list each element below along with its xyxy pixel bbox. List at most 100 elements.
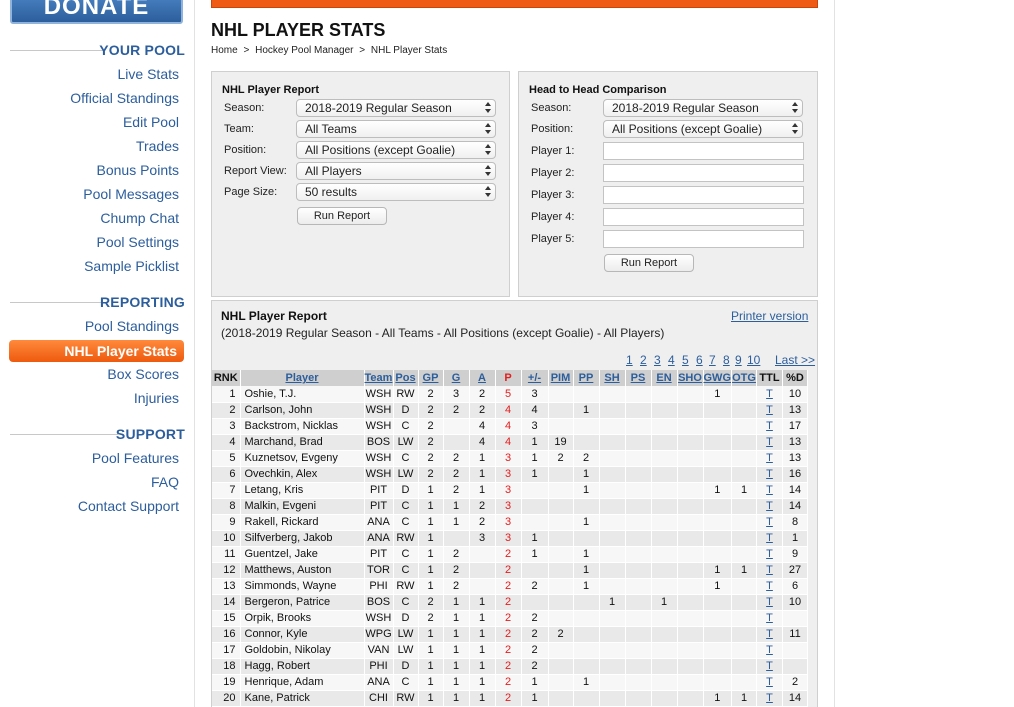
ttl-link[interactable]: T	[756, 514, 783, 531]
column-header-player[interactable]: Player	[240, 370, 365, 386]
cell-team: PHI	[364, 578, 394, 595]
sidebar-item-pool-settings[interactable]: Pool Settings	[97, 234, 180, 250]
cell-sh	[599, 642, 626, 659]
column-header-team[interactable]: Team	[364, 370, 394, 386]
ttl-link[interactable]: T	[756, 690, 783, 707]
ttl-link[interactable]: T	[756, 562, 783, 579]
cell-plus-minus: 3	[521, 418, 549, 435]
sidebar-item-trades[interactable]: Trades	[136, 138, 179, 154]
sidebar-item-injuries[interactable]: Injuries	[134, 390, 179, 406]
column-header-pim[interactable]: PIM	[548, 370, 574, 386]
pager-page-2-link[interactable]: 2	[640, 353, 647, 367]
run-report-button[interactable]: Run Report	[297, 207, 387, 225]
sidebar-item-pool-features[interactable]: Pool Features	[92, 450, 179, 466]
player-3-input[interactable]	[603, 186, 804, 204]
cell-rnk: 8	[212, 498, 241, 515]
season-select[interactable]: 2018-2019 Regular Season	[296, 99, 496, 117]
cell-a: 1	[469, 626, 496, 643]
sidebar-item-box-scores[interactable]: Box Scores	[107, 366, 179, 382]
ttl-link[interactable]: T	[756, 594, 783, 611]
column-header-pos[interactable]: Pos	[393, 370, 419, 386]
ttl-link[interactable]: T	[756, 626, 783, 643]
sidebar-item-official-standings[interactable]: Official Standings	[70, 90, 179, 106]
sidebar-item-live-stats[interactable]: Live Stats	[118, 66, 179, 82]
column-header-en[interactable]: EN	[651, 370, 678, 386]
column-header-ttl: TTL	[756, 370, 783, 386]
printer-version-link[interactable]: Printer version	[731, 309, 808, 323]
ttl-link[interactable]: T	[756, 418, 783, 435]
column-header-pp[interactable]: PP	[573, 370, 600, 386]
cell-gwg	[703, 594, 732, 611]
ttl-link[interactable]: T	[756, 610, 783, 627]
sidebar-item-edit-pool[interactable]: Edit Pool	[123, 114, 179, 130]
cell-otg	[731, 594, 757, 611]
pager-page-1-link[interactable]: 1	[626, 353, 633, 367]
column-header-sh[interactable]: SH	[599, 370, 626, 386]
sidebar-item-pool-messages[interactable]: Pool Messages	[83, 186, 179, 202]
ttl-link[interactable]: T	[756, 642, 783, 659]
page-size-select[interactable]: 50 results	[296, 183, 496, 201]
team-select[interactable]: All Teams	[296, 120, 496, 138]
player-4-input[interactable]	[603, 208, 804, 226]
pager-page-7-link[interactable]: 7	[709, 353, 716, 367]
table-row: 20 Kane, Patrick CHI RW 1 1 1 2 1 1 1 T 14	[212, 690, 808, 707]
position-select[interactable]: All Positions (except Goalie)	[296, 141, 496, 159]
column-header-sho[interactable]: SHO	[677, 370, 704, 386]
ttl-link[interactable]: T	[756, 578, 783, 595]
ttl-link[interactable]: T	[756, 546, 783, 563]
cell-pim	[548, 594, 574, 611]
cell-pp: 1	[573, 402, 600, 419]
donate-button[interactable]: DONATE	[10, 0, 183, 24]
sidebar-item-faq[interactable]: FAQ	[151, 474, 179, 490]
cell-otg	[731, 434, 757, 451]
column-header-gp[interactable]: GP	[418, 370, 444, 386]
ttl-link[interactable]: T	[756, 402, 783, 419]
ttl-link[interactable]: T	[756, 482, 783, 499]
h2h-run-report-button[interactable]: Run Report	[604, 254, 694, 272]
ttl-link[interactable]: T	[756, 658, 783, 675]
sidebar-item-chump-chat[interactable]: Chump Chat	[100, 210, 179, 226]
ttl-link[interactable]: T	[756, 466, 783, 483]
player-name: Bergeron, Patrice	[240, 594, 365, 611]
player-2-input[interactable]	[603, 164, 804, 182]
sidebar-item-pool-standings[interactable]: Pool Standings	[85, 318, 179, 334]
pager-page-4-link[interactable]: 4	[668, 353, 675, 367]
column-header-g[interactable]: G	[443, 370, 470, 386]
ttl-link[interactable]: T	[756, 530, 783, 547]
breadcrumb-home-link[interactable]: Home	[211, 45, 238, 56]
pager-page-9-link[interactable]: 9	[735, 353, 742, 367]
column-header-a[interactable]: A	[469, 370, 496, 386]
sidebar-item-contact-support[interactable]: Contact Support	[78, 498, 179, 514]
pager-page-6-link[interactable]: 6	[696, 353, 703, 367]
sidebar-item-bonus-points[interactable]: Bonus Points	[97, 162, 180, 178]
player-5-input[interactable]	[603, 230, 804, 248]
column-header-ps[interactable]: PS	[625, 370, 652, 386]
player-1-input[interactable]	[603, 142, 804, 160]
pager-last-link[interactable]: Last >>	[775, 353, 815, 367]
column-header-plus-minus[interactable]: +/-	[521, 370, 549, 386]
pager-page-5-link[interactable]: 5	[682, 353, 689, 367]
player-5-label: Player 5:	[531, 233, 575, 245]
sidebar-item-nhl-player-stats[interactable]: NHL Player Stats	[9, 340, 184, 362]
ttl-link[interactable]: T	[756, 674, 783, 691]
h2h-season-select[interactable]: 2018-2019 Regular Season	[603, 99, 803, 117]
cell-pos: C	[393, 418, 419, 435]
pager-page-10-link[interactable]: 10	[747, 353, 760, 367]
ttl-link[interactable]: T	[756, 434, 783, 451]
cell-otg	[731, 530, 757, 547]
sidebar-item-sample-picklist[interactable]: Sample Picklist	[84, 258, 179, 274]
pager-page-8-link[interactable]: 8	[723, 353, 730, 367]
report-view-select[interactable]: All Players	[296, 162, 496, 180]
breadcrumb-hockey-pool-manager-link[interactable]: Hockey Pool Manager	[255, 45, 353, 56]
column-header-otg[interactable]: OTG	[731, 370, 757, 386]
cell-sho	[677, 594, 704, 611]
h2h-position-select[interactable]: All Positions (except Goalie)	[603, 120, 803, 138]
ttl-link[interactable]: T	[756, 450, 783, 467]
ttl-link[interactable]: T	[756, 498, 783, 515]
column-header-gwg[interactable]: GWG	[703, 370, 732, 386]
cell-g	[443, 418, 470, 435]
cell-gwg	[703, 642, 732, 659]
pager-page-3-link[interactable]: 3	[654, 353, 661, 367]
cell-plus-minus: 2	[521, 626, 549, 643]
ttl-link[interactable]: T	[756, 386, 783, 403]
